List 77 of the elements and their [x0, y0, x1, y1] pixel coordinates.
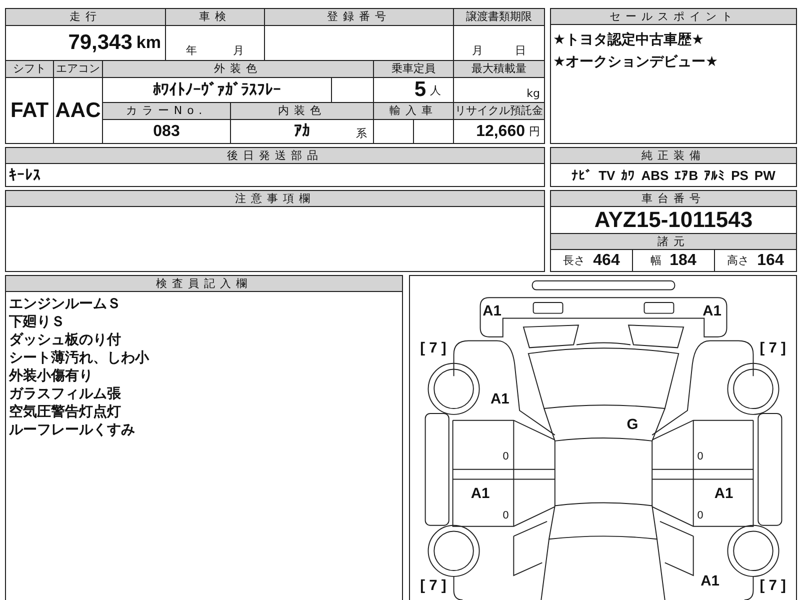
damage-mark: A1: [714, 486, 734, 502]
unit-label: 月: [472, 43, 483, 58]
inspector-note: 空気圧警告灯点灯: [9, 403, 122, 421]
field-label: 車検: [166, 9, 264, 25]
equipment-item: ﾅﾋﾞ: [572, 168, 593, 182]
section-header: セールスポイント: [551, 9, 796, 25]
damage-mark: 0: [502, 450, 509, 463]
inspector-note: エンジンルームＳ: [9, 295, 122, 313]
spec-value: 164: [757, 252, 784, 270]
damage-mark: [ 7 ]: [420, 578, 446, 594]
equipment-item: PS: [731, 168, 748, 182]
damage-mark: 0: [502, 510, 509, 522]
inspector-note: ダッシュ板のり付: [9, 331, 122, 349]
air-conditioner-value: AAC: [55, 98, 101, 122]
unit-label: 日: [515, 43, 526, 58]
unit-label: km: [136, 33, 161, 53]
field-label: 内装色: [231, 103, 373, 119]
field-label: シフト: [6, 61, 53, 77]
section-header: 後日発送部品: [6, 148, 544, 164]
interior-color-value: ｱｶ: [294, 122, 310, 141]
inspector-note: シート薄汚れ、しわ小: [9, 349, 150, 367]
unit-label: kg: [526, 87, 540, 100]
damage-mark: [ 7 ]: [760, 340, 786, 357]
damage-mark: 0: [697, 510, 704, 522]
color-number-value: 083: [153, 122, 180, 140]
unit-label: 円: [529, 124, 540, 139]
later-shipped-parts-value: ｷｰﾚｽ: [9, 166, 41, 184]
recycle-deposit-value: 12,660: [476, 122, 525, 140]
damage-mark: 0: [697, 450, 704, 463]
field-label: カラーNo.: [103, 103, 230, 119]
exterior-color-value: ﾎﾜｲﾄﾉｰｳﾞｧｶﾞﾗｽﾌﾚｰ: [153, 80, 281, 100]
field-label: エアコン: [54, 61, 102, 77]
spec-label: 幅: [650, 253, 662, 268]
section-header: 車台番号: [551, 191, 796, 207]
sales-point-text: ★トヨタ認定中古車歴★: [553, 30, 706, 50]
inspector-note: 外装小傷有り: [9, 367, 94, 385]
inspector-note: ルーフレールくすみ: [9, 421, 136, 439]
damage-mark: A1: [702, 303, 722, 320]
equipment-item: PW: [754, 168, 776, 182]
damage-mark: [ 7 ]: [760, 578, 786, 594]
inspector-note: ガラスフィルム張: [9, 385, 122, 403]
damage-mark: A1: [700, 573, 720, 590]
capacity-value: 5: [414, 78, 426, 102]
shift-value: FAT: [10, 98, 49, 122]
spec-label: 長さ: [563, 253, 586, 268]
field-label: 乗車定員: [374, 61, 453, 77]
equipment-item: ｱﾙﾐ: [704, 168, 726, 182]
unit-label: 人: [430, 82, 441, 98]
damage-mark: A1: [482, 303, 502, 320]
field-label: 輸入車: [374, 103, 453, 119]
unit-label: 系: [356, 126, 367, 141]
section-header: 検査員記入欄: [6, 276, 402, 292]
section-header: 注意事項欄: [6, 191, 544, 207]
damage-mark: A1: [490, 392, 510, 408]
spec-value: 184: [670, 252, 696, 270]
field-label: 走行: [6, 9, 165, 25]
spec-label: 高さ: [727, 253, 750, 268]
damage-mark: G: [626, 417, 638, 434]
equipment-item: ABS: [641, 168, 669, 182]
field-label: 外装色: [103, 61, 373, 77]
spec-value: 464: [593, 252, 620, 270]
damage-mark: [ 7 ]: [420, 340, 446, 357]
field-label: 譲渡書類期限: [454, 9, 544, 25]
section-header: 諸元: [551, 234, 796, 250]
field-label: 最大積載量: [454, 61, 544, 77]
unit-label: 月: [233, 43, 244, 58]
equipment-item: ｴｱB: [674, 168, 698, 182]
sales-point-text: ★オークションデビュー★: [553, 53, 720, 72]
equipment-item: ｶﾜ: [621, 168, 636, 182]
mileage-value: 79,343: [68, 31, 132, 55]
unit-label: 年: [186, 43, 197, 58]
inspector-note: 下廻りＳ: [9, 313, 66, 331]
damage-mark: A1: [470, 486, 490, 502]
equipment-item: TV: [598, 168, 616, 182]
section-header: 純正装備: [551, 148, 796, 164]
field-label: リサイクル預託金: [454, 103, 544, 119]
field-label: 登録番号: [265, 9, 453, 25]
